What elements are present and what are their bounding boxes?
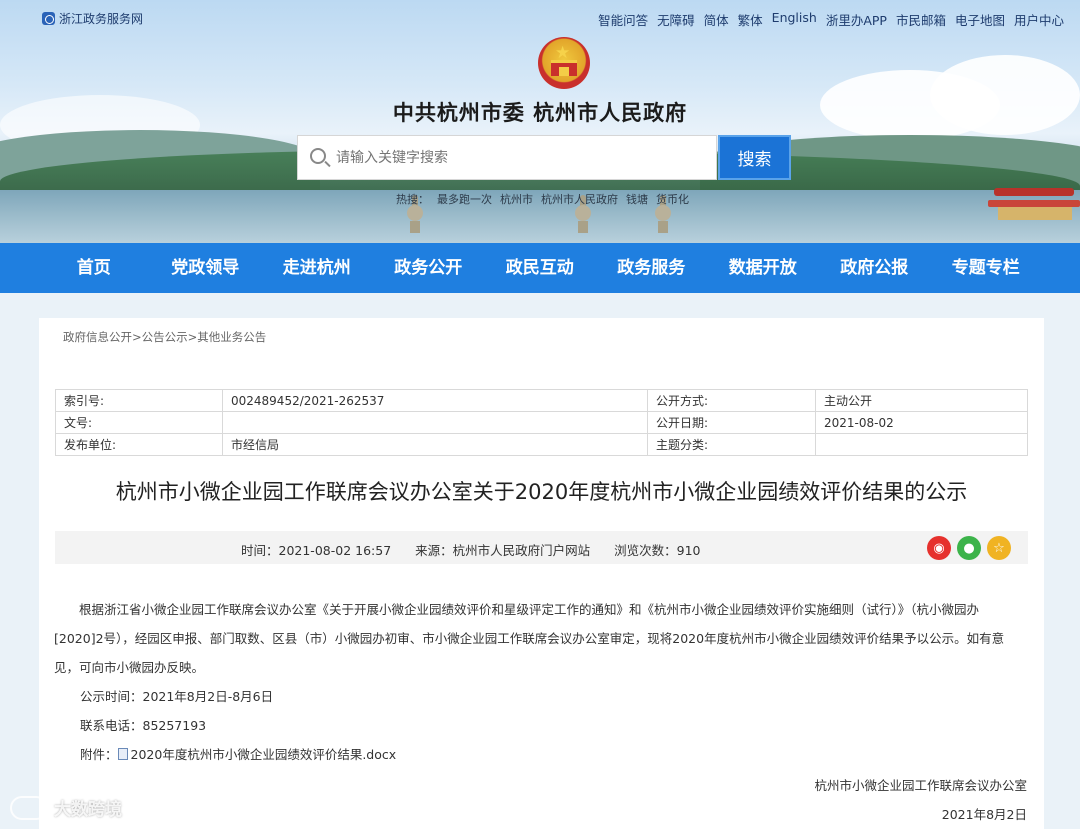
hot-search-label: 热搜： [396, 193, 429, 206]
signature: 杭州市小微企业园工作联席会议办公室 2021年8月2日 [814, 771, 1027, 829]
nav-gov-disclosure[interactable]: 政务公开 [373, 243, 485, 293]
search-input[interactable] [336, 136, 706, 179]
table-row: 发布单位: 市经信局 主题分类: [55, 433, 1028, 456]
watermark-text: 大数跨境 [54, 800, 122, 820]
meta-key: 公开日期: [647, 411, 816, 434]
hot-search-bar: 热搜： 最多跑一次 杭州市 杭州市人民政府 钱塘 货币化 [396, 191, 689, 207]
breadcrumb[interactable]: 政府信息公开>公告公示>其他业务公告 [63, 329, 266, 345]
national-emblem-icon: ★ [538, 37, 590, 89]
main-nav: 首页 党政领导 走进杭州 政务公开 政民互动 政务服务 数据开放 政府公报 专题… [0, 243, 1080, 293]
site-title: 中共杭州市委 杭州市人民政府 [392, 100, 688, 125]
search-icon [310, 148, 326, 164]
site-link-label: 浙江政务服务网 [59, 12, 144, 26]
nav-interaction[interactable]: 政民互动 [484, 243, 596, 293]
top-nav-map[interactable]: 电子地图 [955, 10, 1005, 29]
meta-key: 发布单位: [55, 433, 223, 456]
top-nav-user-center[interactable]: 用户中心 [1014, 10, 1064, 29]
top-bar: 浙江政务服务网 智能问答 无障碍 简体 繁体 English 浙里办APP 市民… [0, 0, 1080, 36]
article-body: 根据浙江省小微企业园工作联席会议办公室《关于开展小微企业园绩效评价和星级评定工作… [54, 595, 1028, 769]
search-box [297, 135, 717, 180]
nav-leadership[interactable]: 党政领导 [150, 243, 262, 293]
watermark: 大数跨境 [10, 795, 122, 820]
nav-gov-bulletin[interactable]: 政府公报 [819, 243, 931, 293]
top-nav-simplified[interactable]: 简体 [704, 10, 729, 29]
article-info-bar: 时间：2021-08-02 16:57 来源：杭州市人民政府门户网站 浏览次数：… [55, 531, 1028, 564]
meta-value [815, 433, 1028, 456]
hot-search-item[interactable]: 钱塘 [626, 191, 648, 207]
meta-key: 文号: [55, 411, 223, 434]
table-row: 文号: 公开日期: 2021-08-02 [55, 411, 1028, 434]
signature-date: 2021年8月2日 [941, 807, 1027, 822]
meta-value: 002489452/2021-262537 [222, 389, 648, 412]
top-nav-traditional[interactable]: 繁体 [738, 10, 763, 29]
attachment-label: 附件： [80, 747, 118, 762]
meta-value [222, 411, 648, 434]
top-nav-smart-qa[interactable]: 智能问答 [598, 10, 648, 29]
view-count: 浏览次数：910 [614, 543, 701, 558]
nav-gov-services[interactable]: 政务服务 [596, 243, 708, 293]
meta-value: 主动公开 [815, 389, 1028, 412]
public-period: 公示时间：2021年8月2日-8月6日 [80, 689, 274, 704]
watermark-logo-icon [10, 795, 48, 820]
zhejiang-gov-service-link[interactable]: 浙江政务服务网 [42, 10, 143, 27]
meta-value: 2021-08-02 [815, 411, 1028, 434]
nav-about-hangzhou[interactable]: 走进杭州 [261, 243, 373, 293]
metadata-table: 索引号: 002489452/2021-262537 公开方式: 主动公开 文号… [55, 389, 1028, 456]
article-paragraph: 根据浙江省小微企业园工作联席会议办公室《关于开展小微企业园绩效评价和星级评定工作… [54, 602, 1005, 675]
top-nav: 智能问答 无障碍 简体 繁体 English 浙里办APP 市民邮箱 电子地图 … [598, 10, 1064, 29]
attachment-line: 附件： 2020年度杭州市小微企业园绩效评价结果.docx [54, 740, 1028, 769]
nav-open-data[interactable]: 数据开放 [707, 243, 819, 293]
weibo-icon[interactable]: ◉ [927, 536, 951, 560]
meta-key: 索引号: [55, 389, 223, 412]
top-nav-english[interactable]: English [772, 10, 817, 29]
pavilion-boat-decoration [988, 188, 1080, 220]
top-nav-accessibility[interactable]: 无障碍 [657, 10, 695, 29]
meta-value: 市经信局 [222, 433, 648, 456]
nav-home[interactable]: 首页 [38, 243, 150, 293]
hot-search-item[interactable]: 杭州市人民政府 [541, 191, 618, 207]
wechat-icon[interactable]: ● [957, 536, 981, 560]
search-button[interactable]: 搜索 [718, 135, 791, 180]
favorite-icon[interactable]: ☆ [987, 536, 1011, 560]
article-source: 来源：杭州市人民政府门户网站 [415, 543, 591, 558]
article-title: 杭州市小微企业园工作联席会议办公室关于2020年度杭州市小微企业园绩效评价结果的… [115, 480, 968, 504]
hot-search-item[interactable]: 杭州市 [500, 191, 533, 207]
contact-phone: 联系电话：85257193 [80, 718, 207, 733]
attachment-link[interactable]: 2020年度杭州市小微企业园绩效评价结果.docx [131, 747, 397, 762]
document-icon [117, 748, 128, 760]
meta-key: 公开方式: [647, 389, 816, 412]
nav-special-topics[interactable]: 专题专栏 [930, 243, 1042, 293]
top-nav-citizen-mail[interactable]: 市民邮箱 [896, 10, 946, 29]
hot-search-item[interactable]: 最多跑一次 [437, 191, 492, 207]
publish-time: 时间：2021-08-02 16:57 [241, 543, 392, 558]
signature-org: 杭州市小微企业园工作联席会议办公室 [814, 778, 1027, 793]
hot-search-item[interactable]: 货币化 [656, 191, 689, 207]
table-row: 索引号: 002489452/2021-262537 公开方式: 主动公开 [55, 389, 1028, 412]
article-container: 政府信息公开>公告公示>其他业务公告 索引号: 002489452/2021-2… [39, 318, 1044, 829]
meta-key: 主题分类: [647, 433, 816, 456]
top-nav-app[interactable]: 浙里办APP [826, 10, 887, 29]
gov-service-logo-icon [42, 12, 55, 25]
